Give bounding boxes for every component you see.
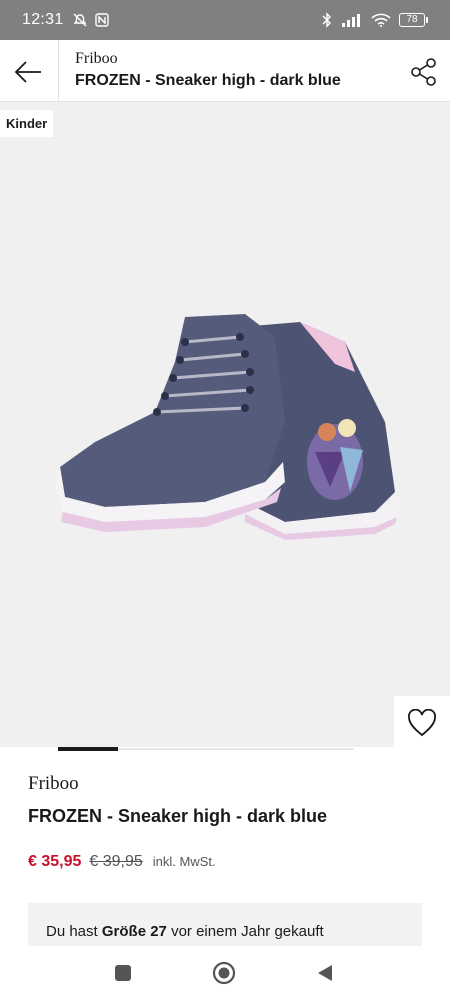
recents-button[interactable] xyxy=(110,960,136,986)
product-brand[interactable]: Friboo xyxy=(28,773,79,795)
battery-icon: 78 xyxy=(399,13,428,27)
product-image-gallery[interactable]: Kinder xyxy=(0,102,450,750)
back-button[interactable] xyxy=(10,54,46,90)
back-nav-button[interactable] xyxy=(312,960,338,986)
status-left-icons xyxy=(72,12,110,28)
status-right-icons: 78 xyxy=(321,12,428,28)
price-vat-note: inkl. MwSt. xyxy=(152,854,216,869)
product-image xyxy=(55,314,400,540)
muted-alarm-icon xyxy=(73,13,87,27)
signal-icon xyxy=(342,14,360,27)
purchase-prefix: Du hast xyxy=(46,923,98,940)
status-bar: 12:31 78 xyxy=(0,0,450,40)
heart-icon xyxy=(408,709,436,737)
carousel-indicator-track xyxy=(118,748,354,750)
share-icon xyxy=(411,58,436,86)
header-divider xyxy=(58,40,59,102)
carousel-indicator-active xyxy=(58,747,118,751)
carousel-indicator xyxy=(0,747,450,751)
product-title: FROZEN - Sneaker high - dark blue xyxy=(28,806,328,826)
header-title: FROZEN - Sneaker high - dark blue xyxy=(75,72,341,89)
nfc-icon xyxy=(94,13,109,27)
top-app-bar: Friboo FROZEN - Sneaker high - dark blue xyxy=(0,40,450,102)
arrow-left-icon xyxy=(14,61,41,83)
price-current: € 35,95 xyxy=(28,853,82,870)
price-original: € 39,95 xyxy=(89,853,143,870)
previous-purchase-box: Du hast Größe 27 vor einem Jahr gekauft xyxy=(28,903,422,947)
purchase-size: Größe 27 xyxy=(101,923,167,940)
triangle-back-icon xyxy=(318,965,332,981)
header-brand: Friboo xyxy=(75,50,118,67)
circle-icon xyxy=(212,961,236,985)
battery-level: 78 xyxy=(399,13,425,27)
square-icon xyxy=(115,965,131,981)
price-row: € 35,95 € 39,95 inkl. MwSt. xyxy=(28,853,216,871)
share-button[interactable] xyxy=(406,54,442,90)
home-button[interactable] xyxy=(211,960,237,986)
bluetooth-icon xyxy=(322,12,331,28)
status-time: 12:31 xyxy=(22,11,64,28)
category-badge: Kinder xyxy=(0,110,54,137)
system-nav-bar xyxy=(0,946,450,1000)
wifi-icon xyxy=(371,13,391,27)
purchase-suffix: vor einem Jahr gekauft xyxy=(171,923,324,940)
wishlist-button[interactable] xyxy=(394,696,450,750)
